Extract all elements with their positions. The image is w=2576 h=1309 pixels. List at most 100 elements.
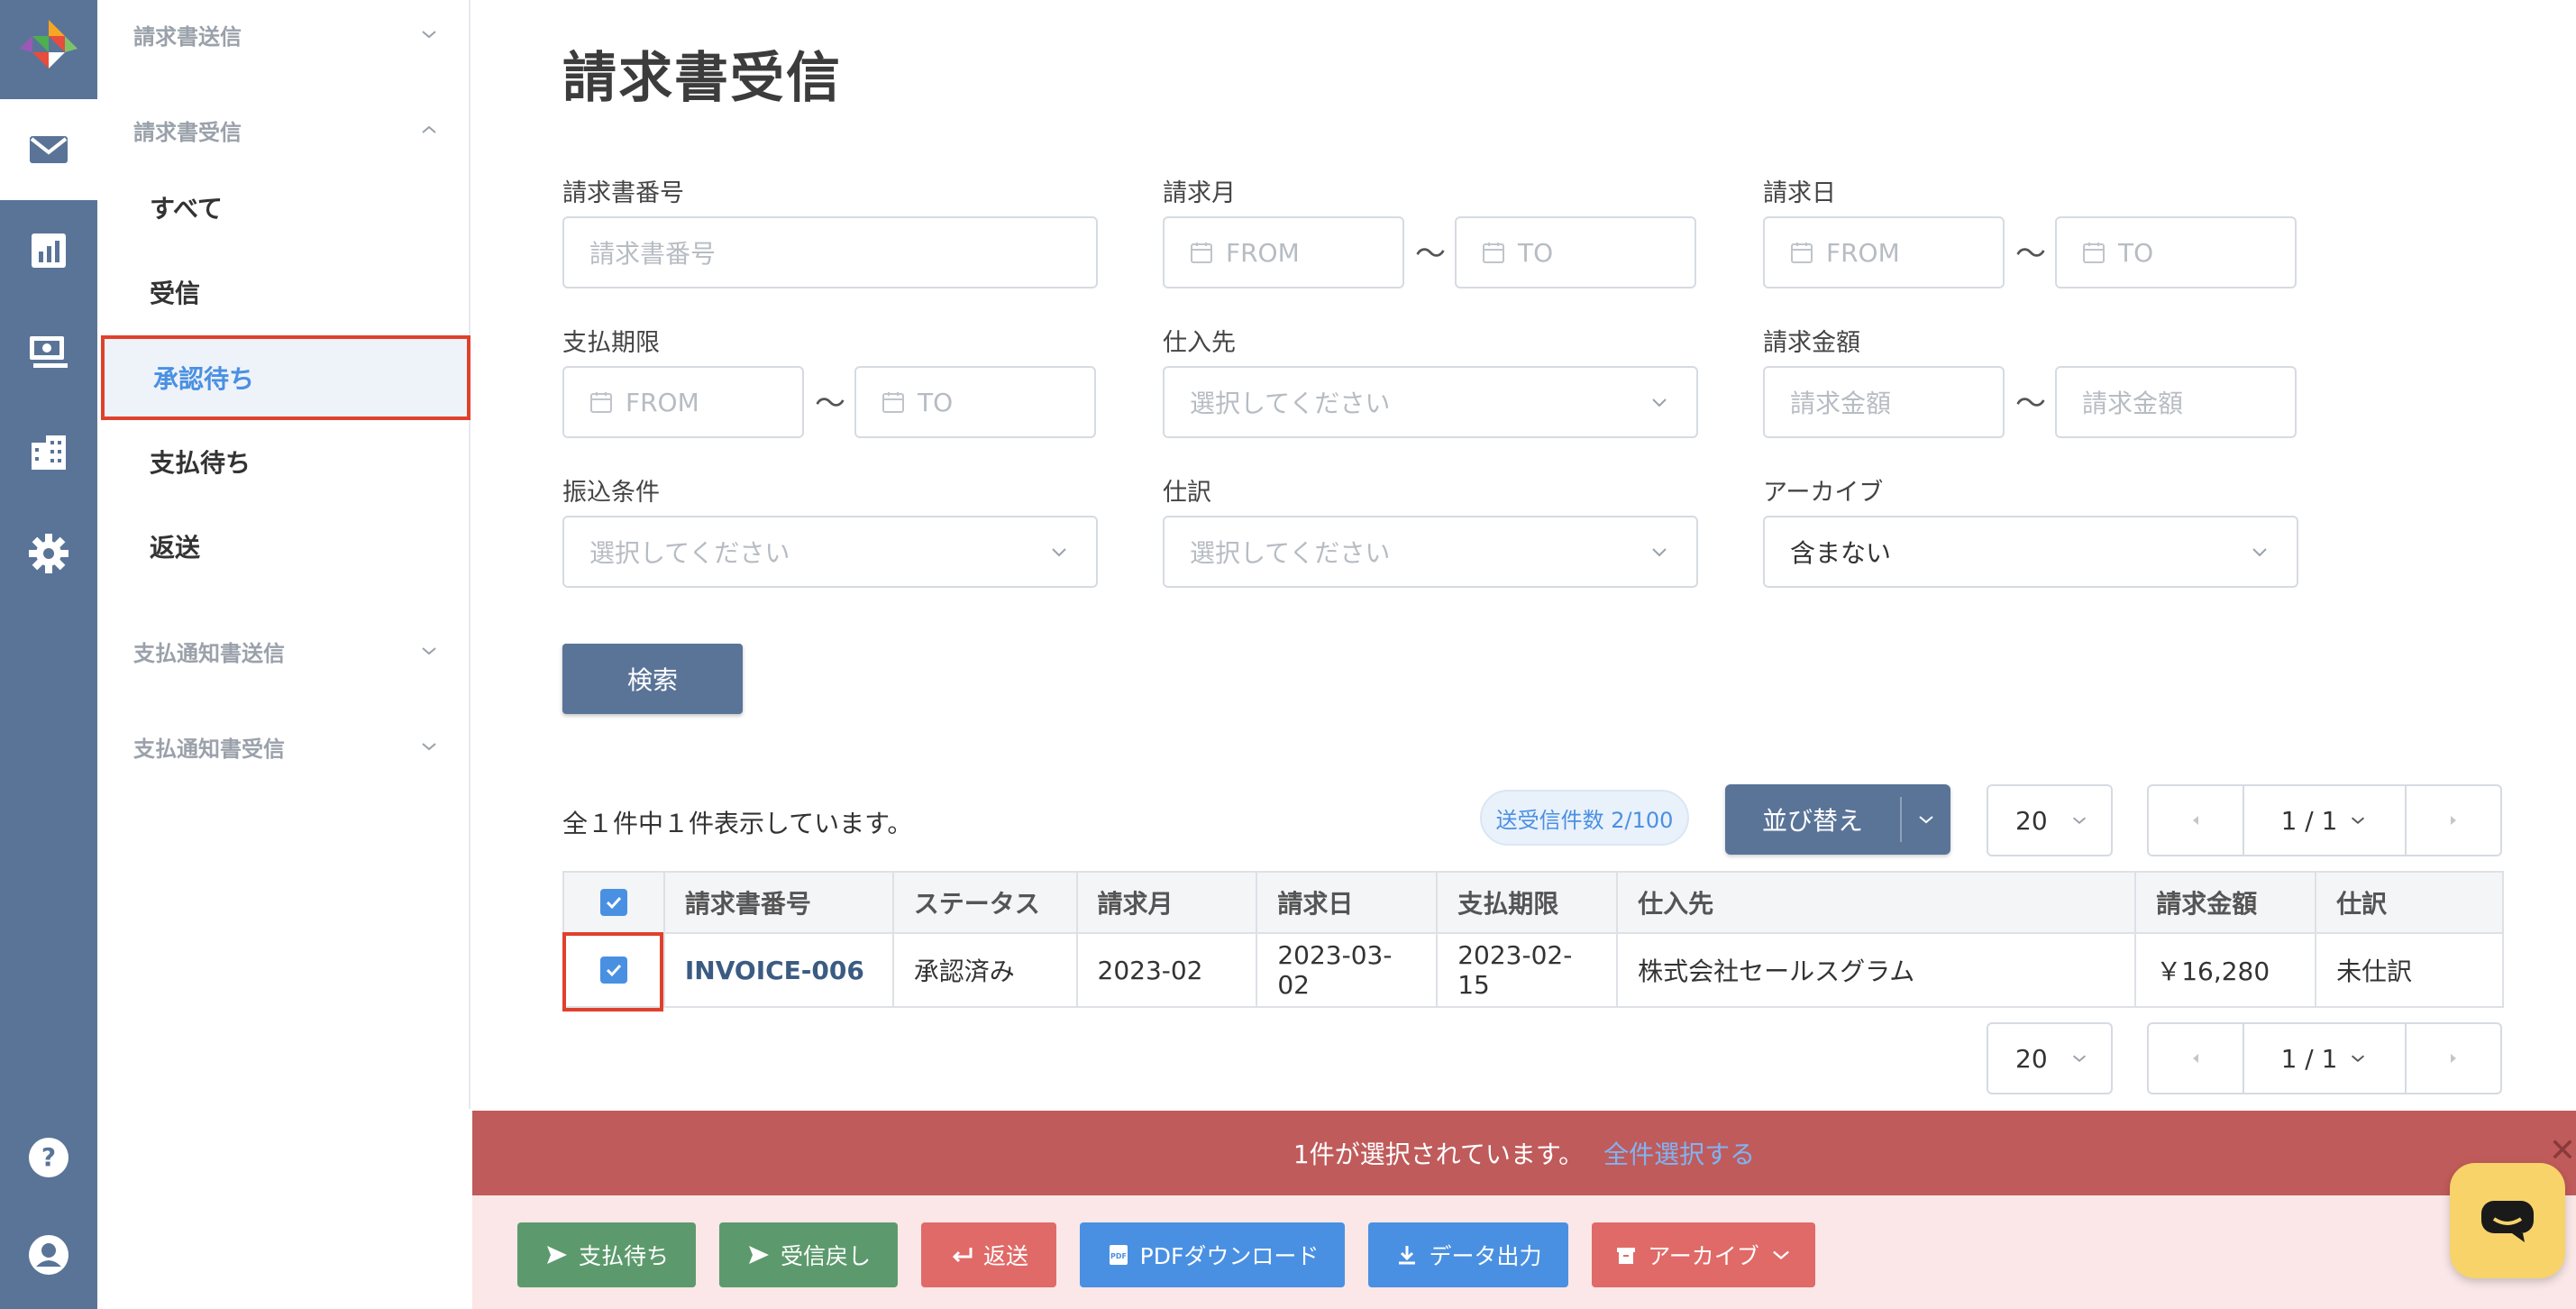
archive-button[interactable]: アーカイブ (1592, 1222, 1815, 1287)
calendar-icon (1191, 243, 1212, 263)
calendar-icon (590, 392, 612, 413)
invoice-month-from[interactable]: FROM (1163, 216, 1404, 288)
table-row[interactable]: INVOICE-006 承認済み 2023-02 2023-03-02 2023… (562, 932, 2504, 1008)
rail-help[interactable]: ? (0, 1107, 97, 1208)
prev-page-button[interactable] (2149, 1024, 2243, 1093)
button-label: 支払待ち (578, 1243, 669, 1269)
page-select[interactable]: 1 / 1 (2243, 786, 2407, 855)
invoice-number-input[interactable]: 請求書番号 (562, 216, 1098, 288)
rail-settings[interactable] (0, 503, 97, 604)
chart-icon (32, 233, 66, 268)
due-date-from[interactable]: FROM (562, 366, 804, 438)
download-icon (1399, 1246, 1416, 1265)
rail-mail[interactable] (0, 99, 97, 200)
chevron-down-icon (2072, 817, 2087, 824)
return-button[interactable]: 返送 (921, 1222, 1056, 1287)
archive-value: 含まない (1790, 538, 1892, 568)
next-page-button[interactable] (2407, 1024, 2500, 1093)
invoice-date-to[interactable]: TO (2055, 216, 2297, 288)
close-icon[interactable]: ✕ (2549, 1132, 2576, 1169)
col-due[interactable]: 支払期限 (1436, 871, 1619, 934)
due-date-label: 支払期限 (562, 329, 660, 357)
sort-button[interactable]: 並び替え (1725, 784, 1950, 855)
month-to-placeholder: TO (1518, 237, 1554, 268)
data-export-button[interactable]: データ出力 (1368, 1222, 1568, 1287)
archive-label: アーカイブ (1763, 479, 1884, 507)
button-label: アーカイブ (1648, 1243, 1759, 1269)
archive-select[interactable]: 含まない (1763, 516, 2298, 588)
calendar-icon (1791, 243, 1813, 263)
next-page-button[interactable] (2407, 786, 2500, 855)
transfer-terms-select[interactable]: 選択してください (562, 516, 1098, 588)
amount-to-input[interactable]: 請求金額 (2055, 366, 2297, 438)
page-select[interactable]: 1 / 1 (2243, 1024, 2407, 1093)
supplier-placeholder: 選択してください (1190, 389, 1391, 418)
chat-support-button[interactable] (2450, 1163, 2565, 1278)
nav-group-notice-receive[interactable]: 支払通知書受信 (133, 719, 440, 774)
nav-item-received[interactable]: 受信 (97, 251, 470, 334)
nav-group-invoice-receive[interactable]: 請求書受信 (133, 103, 440, 157)
select-all-checkbox[interactable] (599, 889, 627, 916)
invoice-number-link[interactable]: INVOICE-006 (662, 932, 894, 1008)
chevron-down-icon (1052, 548, 1066, 557)
calendar-icon (1483, 243, 1504, 263)
pdf-download-button[interactable]: PDF PDFダウンロード (1080, 1222, 1345, 1287)
invoice-date-from[interactable]: FROM (1763, 216, 2005, 288)
nav-item-awaiting-payment[interactable]: 支払待ち (97, 420, 470, 503)
chevron-down-icon (1652, 398, 1667, 407)
invoice-number-placeholder: 請求書番号 (589, 239, 717, 269)
nav-group-label: 支払通知書受信 (133, 736, 285, 762)
awaiting-payment-button[interactable]: 支払待ち (517, 1222, 696, 1287)
nav-item-awaiting-approval[interactable]: 承認待ち (101, 335, 470, 420)
chevron-down-icon (1919, 816, 1933, 824)
month-from-placeholder: FROM (1226, 237, 1300, 268)
rail-payments[interactable] (0, 301, 97, 402)
chevron-down-icon (1772, 1250, 1789, 1260)
supplier-select[interactable]: 選択してください (1163, 366, 1698, 438)
col-journal[interactable]: 仕訳 (2315, 871, 2504, 934)
chevron-down-icon (2072, 1055, 2087, 1062)
amount-to-placeholder: 請求金額 (2082, 389, 2184, 418)
user-icon (29, 1235, 69, 1275)
help-icon: ? (29, 1138, 69, 1177)
result-count: 全１件中１件表示しています。 (562, 809, 913, 838)
caret-left-icon (2193, 1054, 2198, 1063)
revert-to-received-button[interactable]: 受信戻し (719, 1222, 898, 1287)
nav-group-notice-send[interactable]: 支払通知書送信 (133, 624, 440, 678)
row-checkbox[interactable] (599, 957, 627, 984)
button-label: 返送 (982, 1243, 1028, 1269)
col-amount[interactable]: 請求金額 (2134, 871, 2317, 934)
rail-reports[interactable] (0, 200, 97, 301)
rail-account[interactable] (0, 1204, 97, 1305)
col-status[interactable]: ステータス (891, 871, 1078, 934)
amount-from-input[interactable]: 請求金額 (1763, 366, 2005, 438)
nav-group-invoice-send[interactable]: 請求書送信 (133, 7, 440, 61)
col-date[interactable]: 請求日 (1256, 871, 1439, 934)
nav-item-all[interactable]: すべて (97, 166, 470, 249)
row-select-cell[interactable] (562, 932, 665, 1008)
col-month[interactable]: 請求月 (1075, 871, 1258, 934)
amount-cell: ￥16,280 (2134, 932, 2317, 1008)
return-arrow-icon (952, 1248, 973, 1263)
col-invoice-no[interactable]: 請求書番号 (662, 871, 894, 934)
nav-group-label: 請求書受信 (133, 119, 242, 145)
prev-page-button[interactable] (2149, 786, 2243, 855)
chevron-down-icon (422, 31, 436, 39)
select-all-link[interactable]: 全件選択する (1603, 1135, 1755, 1171)
per-page-select-top[interactable]: 20 (1987, 784, 2113, 856)
app-logo-icon[interactable] (13, 13, 85, 85)
due-date-to[interactable]: TO (854, 366, 1096, 438)
rail-companies[interactable] (0, 402, 97, 503)
sort-dropdown-toggle[interactable] (1902, 809, 1950, 830)
select-all-cell[interactable] (562, 871, 665, 934)
chevron-down-icon (422, 647, 436, 655)
due-cell: 2023-02-15 (1436, 932, 1619, 1008)
invoice-month-to[interactable]: TO (1455, 216, 1696, 288)
search-button[interactable]: 検索 (562, 644, 743, 714)
col-supplier[interactable]: 仕入先 (1616, 871, 2137, 934)
nav-group-label: 請求書送信 (133, 23, 242, 50)
journal-select[interactable]: 選択してください (1163, 516, 1698, 588)
nav-item-returned[interactable]: 返送 (97, 505, 470, 588)
per-page-select-bottom[interactable]: 20 (1987, 1022, 2113, 1094)
page-title: 請求書受信 (562, 47, 842, 110)
